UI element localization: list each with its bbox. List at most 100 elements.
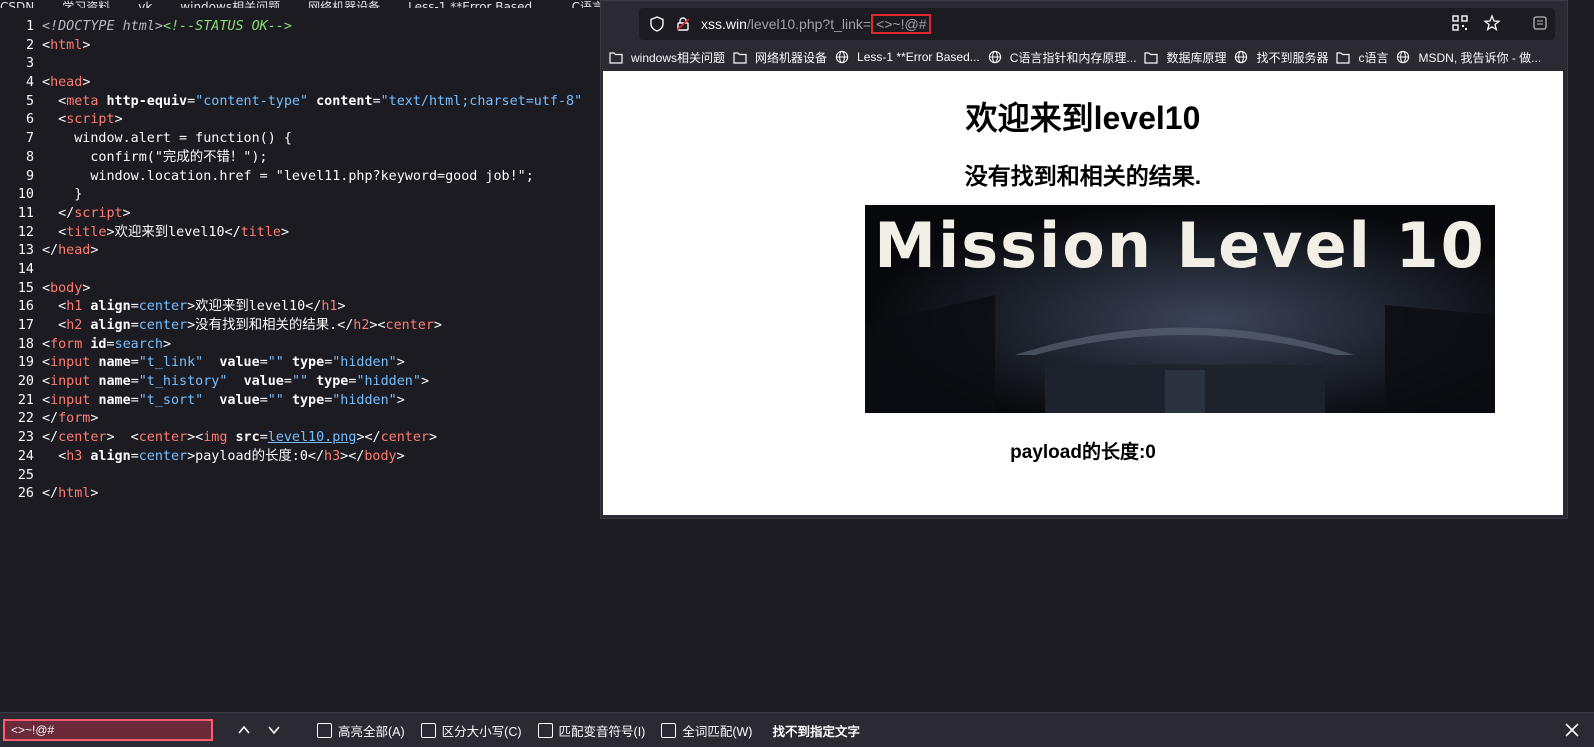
source-code: <!DOCTYPE html><!--STATUS OK--> bbox=[42, 19, 292, 34]
shield-icon[interactable] bbox=[649, 16, 665, 32]
checkbox-label: 区分大小写(C) bbox=[441, 724, 522, 739]
source-line: 2 <html> bbox=[0, 37, 600, 56]
top-strip-item[interactable]: 学习资料 bbox=[62, 0, 110, 8]
folder-icon bbox=[609, 51, 627, 64]
source-code: <input name="t_history" value="" type="h… bbox=[42, 374, 429, 390]
line-number: 8 bbox=[25, 149, 34, 165]
whole-words-checkbox[interactable]: 全词匹配(W) bbox=[661, 721, 752, 740]
line-number: 15 bbox=[17, 280, 34, 296]
checkbox-box[interactable] bbox=[317, 722, 332, 738]
checkbox-box[interactable] bbox=[420, 722, 436, 738]
bookmark-star-icon[interactable] bbox=[1483, 14, 1501, 32]
source-line: 6 <script> bbox=[0, 111, 600, 130]
page-source-view: 1 <!DOCTYPE html><!--STATUS OK--> 2 <html> 3… bbox=[0, 18, 600, 518]
source-line: 19 <input name="t_link" value="" type="hi… bbox=[0, 354, 600, 373]
top-strip-item[interactable]: Less-1 **Error Based... bbox=[408, 0, 544, 8]
folder-icon bbox=[1336, 51, 1354, 64]
page-subheading: 没有找到和相关的结果. bbox=[964, 163, 1202, 189]
line-number: 20 bbox=[17, 374, 34, 390]
line-number: 14 bbox=[17, 261, 34, 277]
line-number: 10 bbox=[17, 187, 34, 203]
chevron-down-icon bbox=[268, 726, 280, 735]
line-number: 13 bbox=[17, 243, 34, 259]
line-number: 18 bbox=[17, 336, 34, 352]
source-line: 14 bbox=[0, 261, 600, 280]
find-bar: 高亮全部(A) 区分大小写(C) 匹配变音符号(I) 全词匹配(W) 找不到指定… bbox=[0, 712, 1594, 747]
line-number: 7 bbox=[25, 131, 34, 147]
find-next-button[interactable] bbox=[261, 717, 287, 743]
match-diacritics-checkbox[interactable]: 匹配变音符号(I) bbox=[537, 721, 645, 740]
line-number: 3 bbox=[25, 56, 34, 72]
line-number: 17 bbox=[17, 318, 34, 333]
source-line: 22 </form> bbox=[0, 410, 600, 429]
line-number: 23 bbox=[17, 430, 34, 446]
url-path: /level10.php?t_link= bbox=[746, 16, 872, 32]
bookmark-item[interactable]: C语言指针和内存原理... bbox=[988, 49, 1136, 66]
source-code: window.alert = function() { bbox=[42, 131, 292, 147]
source-code: <html> bbox=[42, 37, 91, 53]
bookmark-item[interactable]: 找不到服务器 bbox=[1234, 49, 1328, 66]
payload-length-heading: payload的长度:0 bbox=[1010, 442, 1156, 463]
line-number: 22 bbox=[17, 411, 34, 427]
source-line: 5 <meta http-equiv="content-type" conten… bbox=[0, 93, 600, 112]
line-number: 4 bbox=[25, 75, 34, 91]
reader-view-icon[interactable] bbox=[1531, 14, 1549, 32]
line-number: 12 bbox=[17, 224, 34, 240]
highlight-all-checkbox[interactable]: 高亮全部(A) bbox=[317, 721, 405, 740]
source-line: 15 <body> bbox=[0, 280, 600, 299]
globe-icon bbox=[1396, 50, 1414, 64]
source-line: 25 bbox=[0, 467, 600, 486]
folder-icon bbox=[733, 51, 751, 64]
globe-icon bbox=[835, 50, 853, 64]
top-strip-item[interactable]: windows相关问题 bbox=[180, 0, 280, 8]
source-code: <h3 align=center>payload的长度:0</h3></body… bbox=[42, 448, 405, 464]
source-code: window.location.href = "level11.php?keyw… bbox=[42, 168, 534, 184]
qr-code-icon[interactable] bbox=[1451, 14, 1469, 32]
source-line: 9 window.location.href = "level11.php?ke… bbox=[0, 168, 600, 187]
source-code: <meta http-equiv="content-type" content=… bbox=[42, 93, 583, 109]
mission-level-banner-image: Mission Level 10 bbox=[865, 205, 1495, 413]
checkbox-label: 高亮全部(A) bbox=[338, 724, 405, 739]
find-input[interactable] bbox=[3, 719, 213, 741]
source-line: 24 <h3 align=center>payload的长度:0</h3></b… bbox=[0, 448, 600, 467]
globe-icon bbox=[1234, 50, 1252, 64]
url-param-highlight: <>~!@# bbox=[871, 14, 932, 34]
bookmark-item[interactable]: Less-1 **Error Based... bbox=[835, 50, 980, 64]
source-code: </form> bbox=[42, 411, 99, 427]
source-code: <h2 align=center>没有找到和相关的结果.</h2><center… bbox=[42, 318, 442, 333]
bookmark-item[interactable]: c语言 bbox=[1336, 49, 1388, 66]
source-line: 21 <input name="t_sort" value="" type="hi… bbox=[0, 392, 600, 411]
top-strip-item[interactable]: 网络机器设备 bbox=[308, 0, 380, 8]
top-strip-item[interactable]: vk bbox=[138, 0, 152, 8]
insecure-lock-icon[interactable] bbox=[675, 16, 691, 32]
source-code: <title>欢迎来到level10</title> bbox=[42, 224, 290, 240]
checkbox-box[interactable] bbox=[537, 722, 553, 738]
source-line: 11 </script> bbox=[0, 205, 600, 224]
source-code: <head> bbox=[42, 75, 91, 91]
source-line: 4 <head> bbox=[0, 74, 600, 93]
browser-window: xss.win/level10.php?t_link= <>~!@# window… bbox=[600, 0, 1568, 519]
match-case-checkbox[interactable]: 区分大小写(C) bbox=[420, 721, 522, 740]
bookmark-label: 数据库原理 bbox=[1166, 50, 1227, 65]
bookmark-label: Less-1 **Error Based... bbox=[857, 50, 980, 64]
source-code: </script> bbox=[42, 205, 131, 221]
bookmark-item[interactable]: 数据库原理 bbox=[1144, 49, 1226, 66]
checkbox-box[interactable] bbox=[661, 722, 677, 738]
source-line: 3 bbox=[0, 55, 600, 74]
url-bar[interactable]: xss.win/level10.php?t_link= <>~!@# bbox=[639, 8, 1555, 40]
bookmark-label: 找不到服务器 bbox=[1256, 50, 1329, 65]
top-strip-item[interactable]: CSDN bbox=[0, 0, 34, 8]
close-icon[interactable] bbox=[1562, 720, 1582, 740]
bookmarks-toolbar: windows相关问题 网络机器设备 Less-1 **Error Based...… bbox=[601, 45, 1567, 69]
line-number: 1 bbox=[25, 19, 34, 34]
bookmark-item[interactable]: windows相关问题 bbox=[609, 49, 725, 66]
url-domain: xss.win bbox=[701, 16, 747, 32]
find-previous-button[interactable] bbox=[231, 717, 257, 743]
source-line: 18 <form id=search> bbox=[0, 336, 600, 355]
bookmark-item[interactable]: MSDN, 我告诉你 - 做... bbox=[1396, 49, 1541, 66]
url-text[interactable]: xss.win/level10.php?t_link= <>~!@# bbox=[701, 14, 932, 34]
line-number: 21 bbox=[17, 392, 34, 408]
source-line: 16 <h1 align=center>欢迎来到level10</h1> bbox=[0, 298, 600, 317]
bookmark-item[interactable]: 网络机器设备 bbox=[733, 49, 827, 66]
bookmark-label: c语言 bbox=[1358, 50, 1389, 65]
